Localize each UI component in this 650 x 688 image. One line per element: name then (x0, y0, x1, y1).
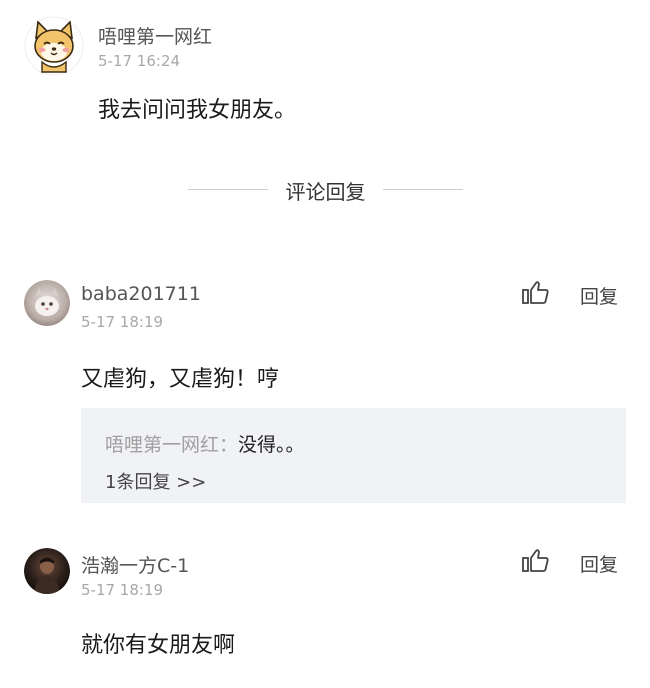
comment-replies-heading: 评论回复 (285, 180, 366, 204)
cat-photo-avatar-icon (24, 280, 70, 326)
nested-reply-author[interactable]: 唔哩第一网红： (105, 434, 238, 456)
post-avatar[interactable] (24, 16, 84, 76)
reply-button[interactable]: 回复 (580, 282, 618, 309)
thumbs-up-icon (522, 281, 549, 304)
comment-timestamp: 5-17 18:19 (81, 581, 164, 599)
like-button[interactable] (521, 548, 551, 574)
comment-content: 就你有女朋友啊 (81, 633, 236, 658)
nested-reply-box[interactable]: 唔哩第一网红：没得。。 1条回复 >> (81, 408, 626, 503)
divider-line-left (188, 189, 268, 190)
post-author-name[interactable]: 唔哩第一网红 (98, 22, 212, 49)
like-button[interactable] (521, 280, 551, 306)
comment-avatar[interactable] (24, 548, 70, 594)
shiba-dog-avatar-icon (24, 16, 84, 76)
post-content: 我去问问我女朋友。 (98, 98, 297, 123)
comment-author-name[interactable]: 浩瀚一方C-1 (81, 551, 189, 578)
nested-reply-text: 没得。。 (238, 434, 305, 456)
thumbs-up-icon (522, 549, 549, 572)
divider-line-right (383, 189, 463, 190)
post-timestamp: 5-17 16:24 (98, 52, 181, 70)
person-photo-avatar-icon (24, 548, 70, 594)
comment-content: 又虐狗，又虐狗！哼 (81, 367, 280, 392)
comment-avatar[interactable] (24, 280, 70, 326)
view-more-replies-link[interactable]: 1条回复 >> (105, 468, 206, 494)
comment-timestamp: 5-17 18:19 (81, 313, 164, 331)
nested-reply-line: 唔哩第一网红：没得。。 (105, 430, 305, 457)
reply-button[interactable]: 回复 (580, 550, 618, 577)
comment-author-name[interactable]: baba201711 (81, 283, 201, 305)
